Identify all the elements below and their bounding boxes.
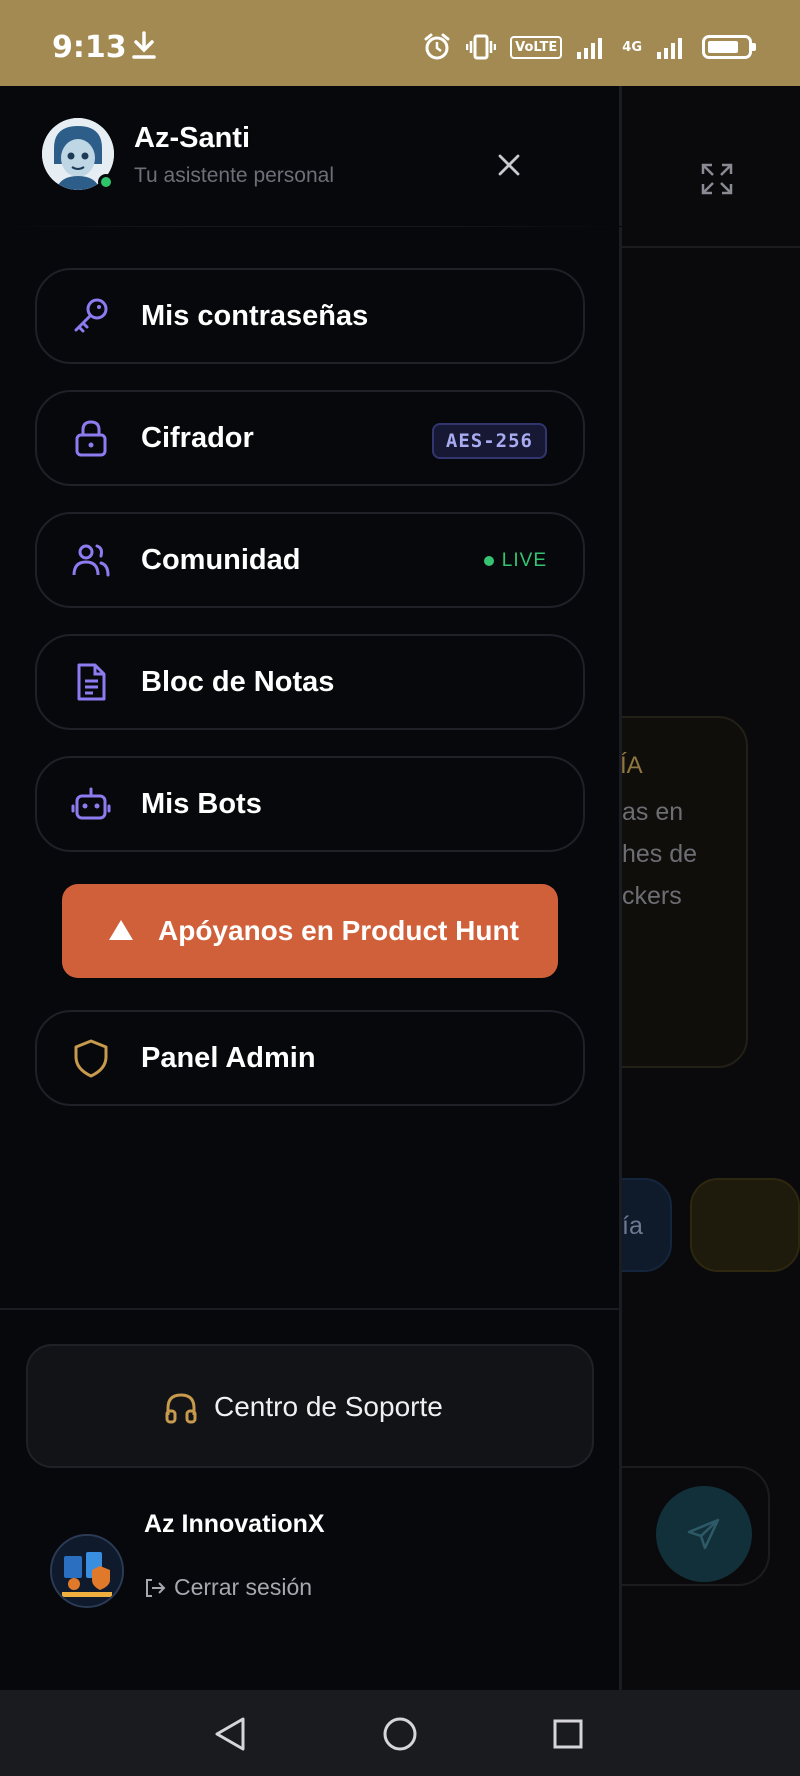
lock-icon (75, 420, 107, 457)
navigation-drawer: Az-Santi Tu asistente personal Mis contr… (0, 86, 622, 1690)
battery-icon (702, 35, 756, 59)
menu-item-label: Comunidad (141, 544, 301, 576)
recents-icon (553, 1719, 583, 1749)
live-badge: LIVE (483, 550, 547, 572)
menu-item-admin-panel[interactable]: Panel Admin (35, 1010, 585, 1106)
document-icon (77, 663, 106, 701)
shield-icon (74, 1039, 108, 1078)
expand-icon[interactable] (700, 162, 734, 196)
footer-divider (0, 1308, 622, 1310)
menu-item-label: Mis contraseñas (141, 300, 369, 332)
close-icon (498, 154, 520, 176)
volte-indicator: VoLTE (510, 35, 563, 59)
vibrate-icon (466, 34, 497, 60)
bot-icon (71, 787, 111, 820)
alarm-icon (424, 33, 450, 60)
product-hunt-button[interactable]: Apóyanos en Product Hunt (62, 884, 558, 978)
background-suggestion-pill-2[interactable] (690, 1178, 800, 1272)
send-button[interactable] (656, 1486, 752, 1582)
close-drawer-button[interactable] (492, 148, 526, 182)
menu-item-passwords[interactable]: Mis contraseñas (35, 268, 585, 364)
app-subtitle: Tu asistente personal (134, 164, 335, 187)
product-hunt-label: Apóyanos en Product Hunt (158, 915, 519, 946)
menu-item-community[interactable]: Comunidad LIVE (35, 512, 585, 608)
live-badge-label: LIVE (501, 550, 547, 571)
users-icon (72, 544, 110, 577)
header-divider (0, 226, 622, 227)
online-status-dot (98, 174, 114, 190)
send-icon (687, 1518, 720, 1550)
network-type-indicator: 4G (622, 39, 642, 55)
nav-recents-button[interactable] (546, 1712, 590, 1756)
menu-item-label: Cifrador (141, 422, 254, 454)
encryption-badge: AES-256 (431, 423, 547, 459)
logout-label: Cerrar sesión (174, 1574, 313, 1600)
organization-name: Az InnovationX (144, 1510, 325, 1538)
key-icon (74, 298, 108, 333)
background-card-title: ÍA (620, 752, 643, 779)
menu-item-bots[interactable]: Mis Bots (35, 756, 585, 852)
background-card-line: ckers (622, 882, 682, 910)
signal-icon-2 (657, 38, 682, 59)
app-name: Az-Santi (134, 122, 250, 154)
header-divider (622, 246, 800, 248)
home-icon (383, 1717, 417, 1751)
background-card-line: as en (622, 798, 684, 826)
live-dot (483, 556, 494, 566)
logout-button[interactable]: Cerrar sesión (144, 1574, 312, 1601)
signal-icon (577, 38, 603, 59)
headphones-icon (165, 1393, 197, 1424)
nav-home-button[interactable] (378, 1712, 422, 1756)
menu-item-label: Panel Admin (141, 1042, 316, 1074)
triangle-icon (109, 920, 133, 940)
download-icon (132, 31, 156, 59)
background-card-line: hes de (622, 840, 698, 868)
organization-logo (50, 1534, 124, 1608)
support-center-button[interactable]: Centro de Soporte (26, 1344, 594, 1468)
status-bar: 9:13 VoLTE 4G (0, 0, 800, 86)
logout-icon (146, 1578, 166, 1597)
menu-item-label: Mis Bots (141, 788, 262, 820)
status-time: 9:13 (52, 30, 127, 65)
back-icon (215, 1717, 245, 1751)
menu-item-cipher[interactable]: Cifrador AES-256 (35, 390, 585, 486)
org-logo-icon (52, 1536, 122, 1606)
system-navigation-bar (0, 1690, 800, 1776)
support-center-label: Centro de Soporte (214, 1391, 443, 1422)
menu-item-notes[interactable]: Bloc de Notas (35, 634, 585, 730)
menu-item-label: Bloc de Notas (141, 666, 335, 698)
nav-back-button[interactable] (208, 1712, 252, 1756)
background-pill-text: ía (622, 1212, 643, 1240)
